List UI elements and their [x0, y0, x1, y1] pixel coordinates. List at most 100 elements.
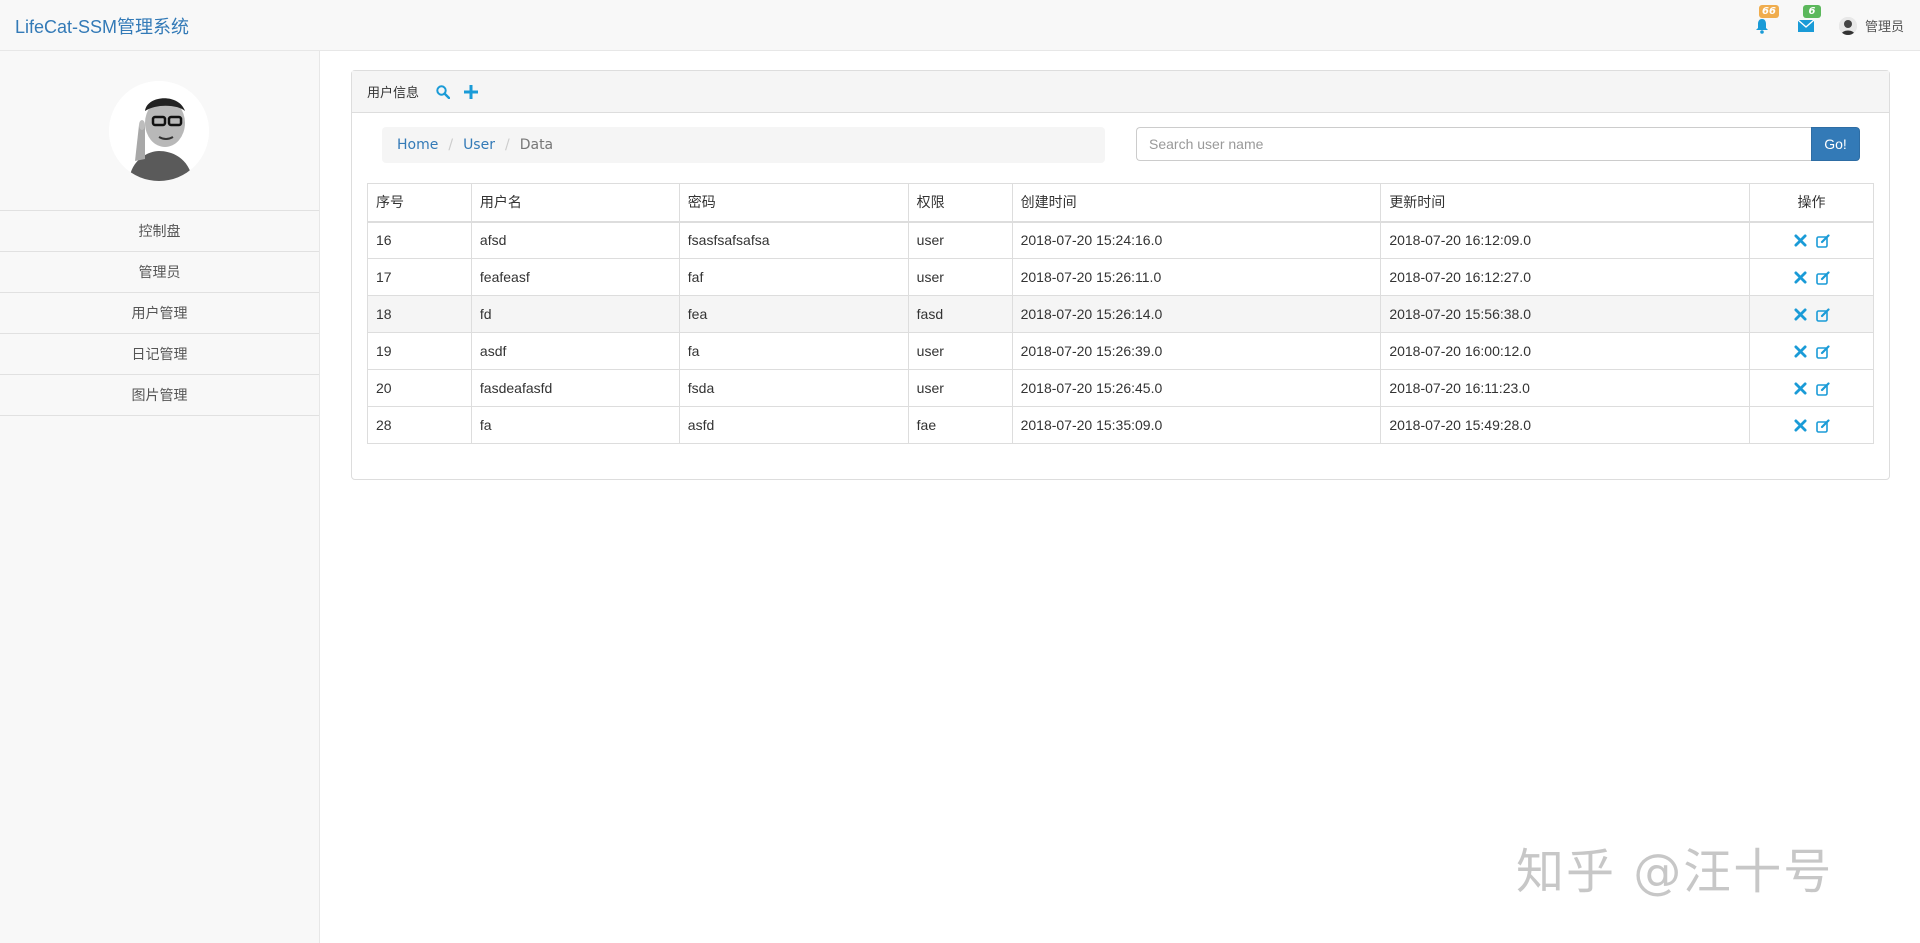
table-cell: user — [907, 332, 1013, 370]
user-name: 管理员 — [1864, 20, 1904, 35]
watermark: 知乎 @汪十号 — [1516, 844, 1834, 900]
table-cell: faf — [678, 258, 909, 296]
sidebar-item-users[interactable]: 用户管理 — [0, 293, 319, 334]
edit-icon[interactable] — [1815, 419, 1830, 433]
search-group: Go! — [1136, 127, 1860, 161]
row-actions — [1749, 221, 1874, 259]
breadcrumb-user[interactable]: User — [463, 137, 495, 153]
edit-icon[interactable] — [1815, 271, 1830, 285]
table-cell: user — [907, 258, 1013, 296]
column-header: 权限 — [907, 183, 1013, 223]
table-cell: fd — [470, 295, 680, 333]
sidebar-item-label: 控制盘 — [138, 224, 181, 240]
table-cell: 18 — [367, 295, 472, 333]
breadcrumb-data: Data — [519, 137, 554, 153]
profile-avatar — [109, 81, 209, 181]
sidebar-item-label: 日记管理 — [131, 347, 188, 363]
table-row: 16 afsd fsasfsafsafsa user 2018-07-20 15:24:… — [367, 221, 1874, 259]
table-cell: asdf — [470, 332, 680, 370]
table-row: 18 fd fea fasd 2018-07-20 15:26:14.0 2018-07-… — [367, 295, 1874, 333]
bell-icon — [1755, 18, 1768, 34]
table-cell: 2018-07-20 15:35:09.0 — [1011, 406, 1382, 444]
delete-icon[interactable] — [1794, 271, 1808, 285]
search-toggle-button[interactable] — [435, 84, 451, 100]
breadcrumb-home[interactable]: Home — [397, 137, 438, 153]
table-row: 28 fa asfd fae 2018-07-20 15:35:09.0 2018-07-… — [367, 406, 1874, 444]
table-cell: fasdeafasfd — [470, 369, 680, 407]
table-cell: afsd — [470, 221, 680, 259]
navbar-right: 66 6 管理员 — [1751, 0, 1904, 51]
column-header: 用户名 — [470, 183, 680, 223]
breadcrumb-separator: / — [448, 137, 454, 153]
sidebar-menu: 控制盘 管理员 用户管理 日记管理 图片管理 — [0, 210, 319, 416]
table-cell: 2018-07-20 15:26:39.0 — [1011, 332, 1382, 370]
column-header: 序号 — [367, 183, 472, 223]
sidebar-item-label: 管理员 — [138, 265, 181, 281]
table-cell: asfd — [678, 406, 909, 444]
row-actions — [1749, 369, 1874, 407]
plus-icon — [464, 84, 479, 99]
row-actions — [1749, 406, 1874, 444]
table-cell: 2018-07-20 16:00:12.0 — [1380, 332, 1751, 370]
panel-title: 用户信息 — [367, 86, 420, 101]
table-cell: fsda — [678, 369, 909, 407]
delete-icon[interactable] — [1794, 345, 1808, 359]
table-cell: 2018-07-20 16:12:09.0 — [1380, 221, 1751, 259]
user-menu[interactable]: 管理员 — [1838, 16, 1904, 35]
edit-icon[interactable] — [1815, 308, 1830, 322]
sidebar-item-admin[interactable]: 管理员 — [0, 252, 319, 293]
search-input[interactable] — [1136, 127, 1811, 161]
envelope-icon — [1797, 19, 1814, 32]
edit-icon[interactable] — [1815, 382, 1830, 396]
row-actions — [1749, 332, 1874, 370]
table-body: 16 afsd fsasfsafsafsa user 2018-07-20 15:24:… — [367, 221, 1874, 444]
row-actions — [1749, 258, 1874, 296]
breadcrumb-separator: / — [504, 137, 510, 153]
edit-icon[interactable] — [1815, 345, 1830, 359]
column-header: 操作 — [1749, 183, 1874, 223]
notifications-badge: 66 — [1758, 4, 1779, 18]
sidebar-item-label: 用户管理 — [131, 306, 188, 322]
sidebar-item-dashboard[interactable]: 控制盘 — [0, 211, 319, 252]
table-cell: 2018-07-20 15:26:14.0 — [1011, 295, 1382, 333]
delete-icon[interactable] — [1794, 234, 1808, 248]
search-go-button[interactable]: Go! — [1811, 127, 1860, 161]
table-cell: 28 — [367, 406, 472, 444]
table-cell: 19 — [367, 332, 472, 370]
delete-icon[interactable] — [1794, 382, 1808, 396]
app-brand[interactable]: LifeCat-SSM管理系统 — [15, 13, 189, 39]
sidebar-item-diary[interactable]: 日记管理 — [0, 334, 319, 375]
sidebar-item-images[interactable]: 图片管理 — [0, 375, 319, 416]
sidebar: 控制盘 管理员 用户管理 日记管理 图片管理 — [0, 51, 320, 943]
notifications-button[interactable]: 66 — [1751, 4, 1779, 37]
column-header: 更新时间 — [1380, 183, 1751, 223]
table-header: 序号 用户名 密码 权限 创建时间 更新时间 操作 — [367, 183, 1874, 223]
column-header: 创建时间 — [1011, 183, 1382, 223]
user-avatar — [1838, 16, 1857, 35]
sidebar-item-label: 图片管理 — [131, 388, 188, 404]
user-table: 序号 用户名 密码 权限 创建时间 更新时间 操作 16 afsd fsasfsaf… — [367, 183, 1874, 444]
add-user-button[interactable] — [463, 84, 479, 100]
table-cell: fae — [907, 406, 1013, 444]
delete-icon[interactable] — [1794, 419, 1808, 433]
table-row: 19 asdf fa user 2018-07-20 15:26:39.0 2018-07… — [367, 332, 1874, 370]
table-cell: fa — [678, 332, 909, 370]
table-cell: 2018-07-20 15:24:16.0 — [1011, 221, 1382, 259]
messages-button[interactable]: 6 — [1795, 4, 1821, 37]
delete-icon[interactable] — [1794, 308, 1808, 322]
table-cell: 16 — [367, 221, 472, 259]
row-actions — [1749, 295, 1874, 333]
table-cell: 2018-07-20 15:26:45.0 — [1011, 369, 1382, 407]
table-cell: 2018-07-20 15:26:11.0 — [1011, 258, 1382, 296]
table-row: 20 fasdeafasfd fsda user 2018-07-20 15:26:45… — [367, 369, 1874, 407]
top-navbar: LifeCat-SSM管理系统 66 6 管理员 — [0, 0, 1920, 51]
table-cell: 2018-07-20 15:56:38.0 — [1380, 295, 1751, 333]
table-row: 17 feafeasf faf user 2018-07-20 15:26:11.0 20… — [367, 258, 1874, 296]
table-cell: 2018-07-20 15:49:28.0 — [1380, 406, 1751, 444]
user-info-panel: 用户信息 Home / User / Data Go! — [351, 70, 1890, 480]
table-cell: fea — [678, 295, 909, 333]
panel-heading: 用户信息 — [352, 71, 1889, 113]
messages-badge: 6 — [1802, 4, 1821, 18]
breadcrumb: Home / User / Data — [382, 127, 1105, 163]
edit-icon[interactable] — [1815, 234, 1830, 249]
